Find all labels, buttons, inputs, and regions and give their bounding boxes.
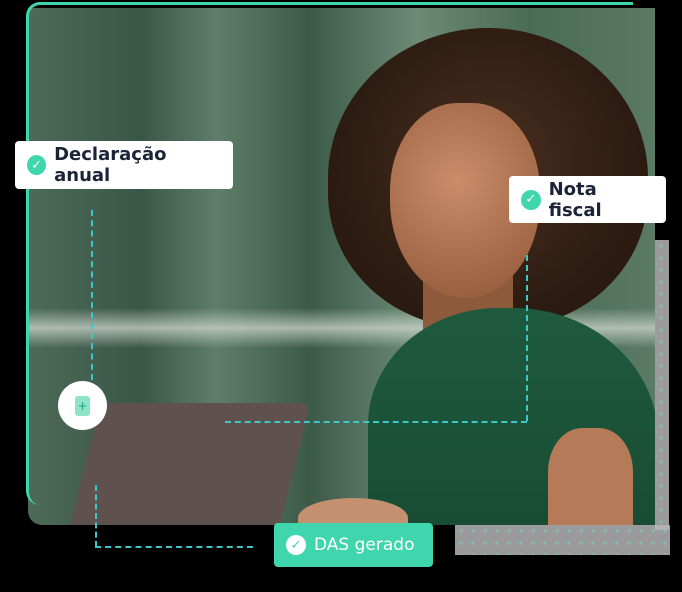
- decorative-grid-bottom: [455, 525, 670, 555]
- check-icon: ✓: [27, 155, 47, 175]
- connector-line-horizontal: [225, 421, 527, 423]
- connector-line-left: [91, 210, 93, 380]
- document-add-icon: +: [75, 395, 90, 416]
- connector-line-right: [526, 255, 528, 421]
- check-icon: ✓: [286, 535, 306, 555]
- decorative-frame: [26, 2, 633, 505]
- document-badge: +: [58, 381, 107, 430]
- das-generated-label: DAS gerado: [314, 535, 415, 555]
- connector-line-bottom: [95, 546, 253, 548]
- invoice-label: Nota fiscal: [548, 178, 602, 221]
- annual-declaration-card: ✓ Declaração anual: [15, 141, 233, 189]
- check-icon: ✓: [521, 189, 541, 210]
- connector-line-bottom-vertical: [95, 485, 97, 547]
- decorative-grid-right: [655, 240, 669, 530]
- das-generated-card: ✓ DAS gerado: [274, 523, 433, 567]
- invoice-card: ✓ Nota fiscal: [509, 176, 666, 223]
- annual-declaration-label: Declaração anual: [54, 144, 167, 186]
